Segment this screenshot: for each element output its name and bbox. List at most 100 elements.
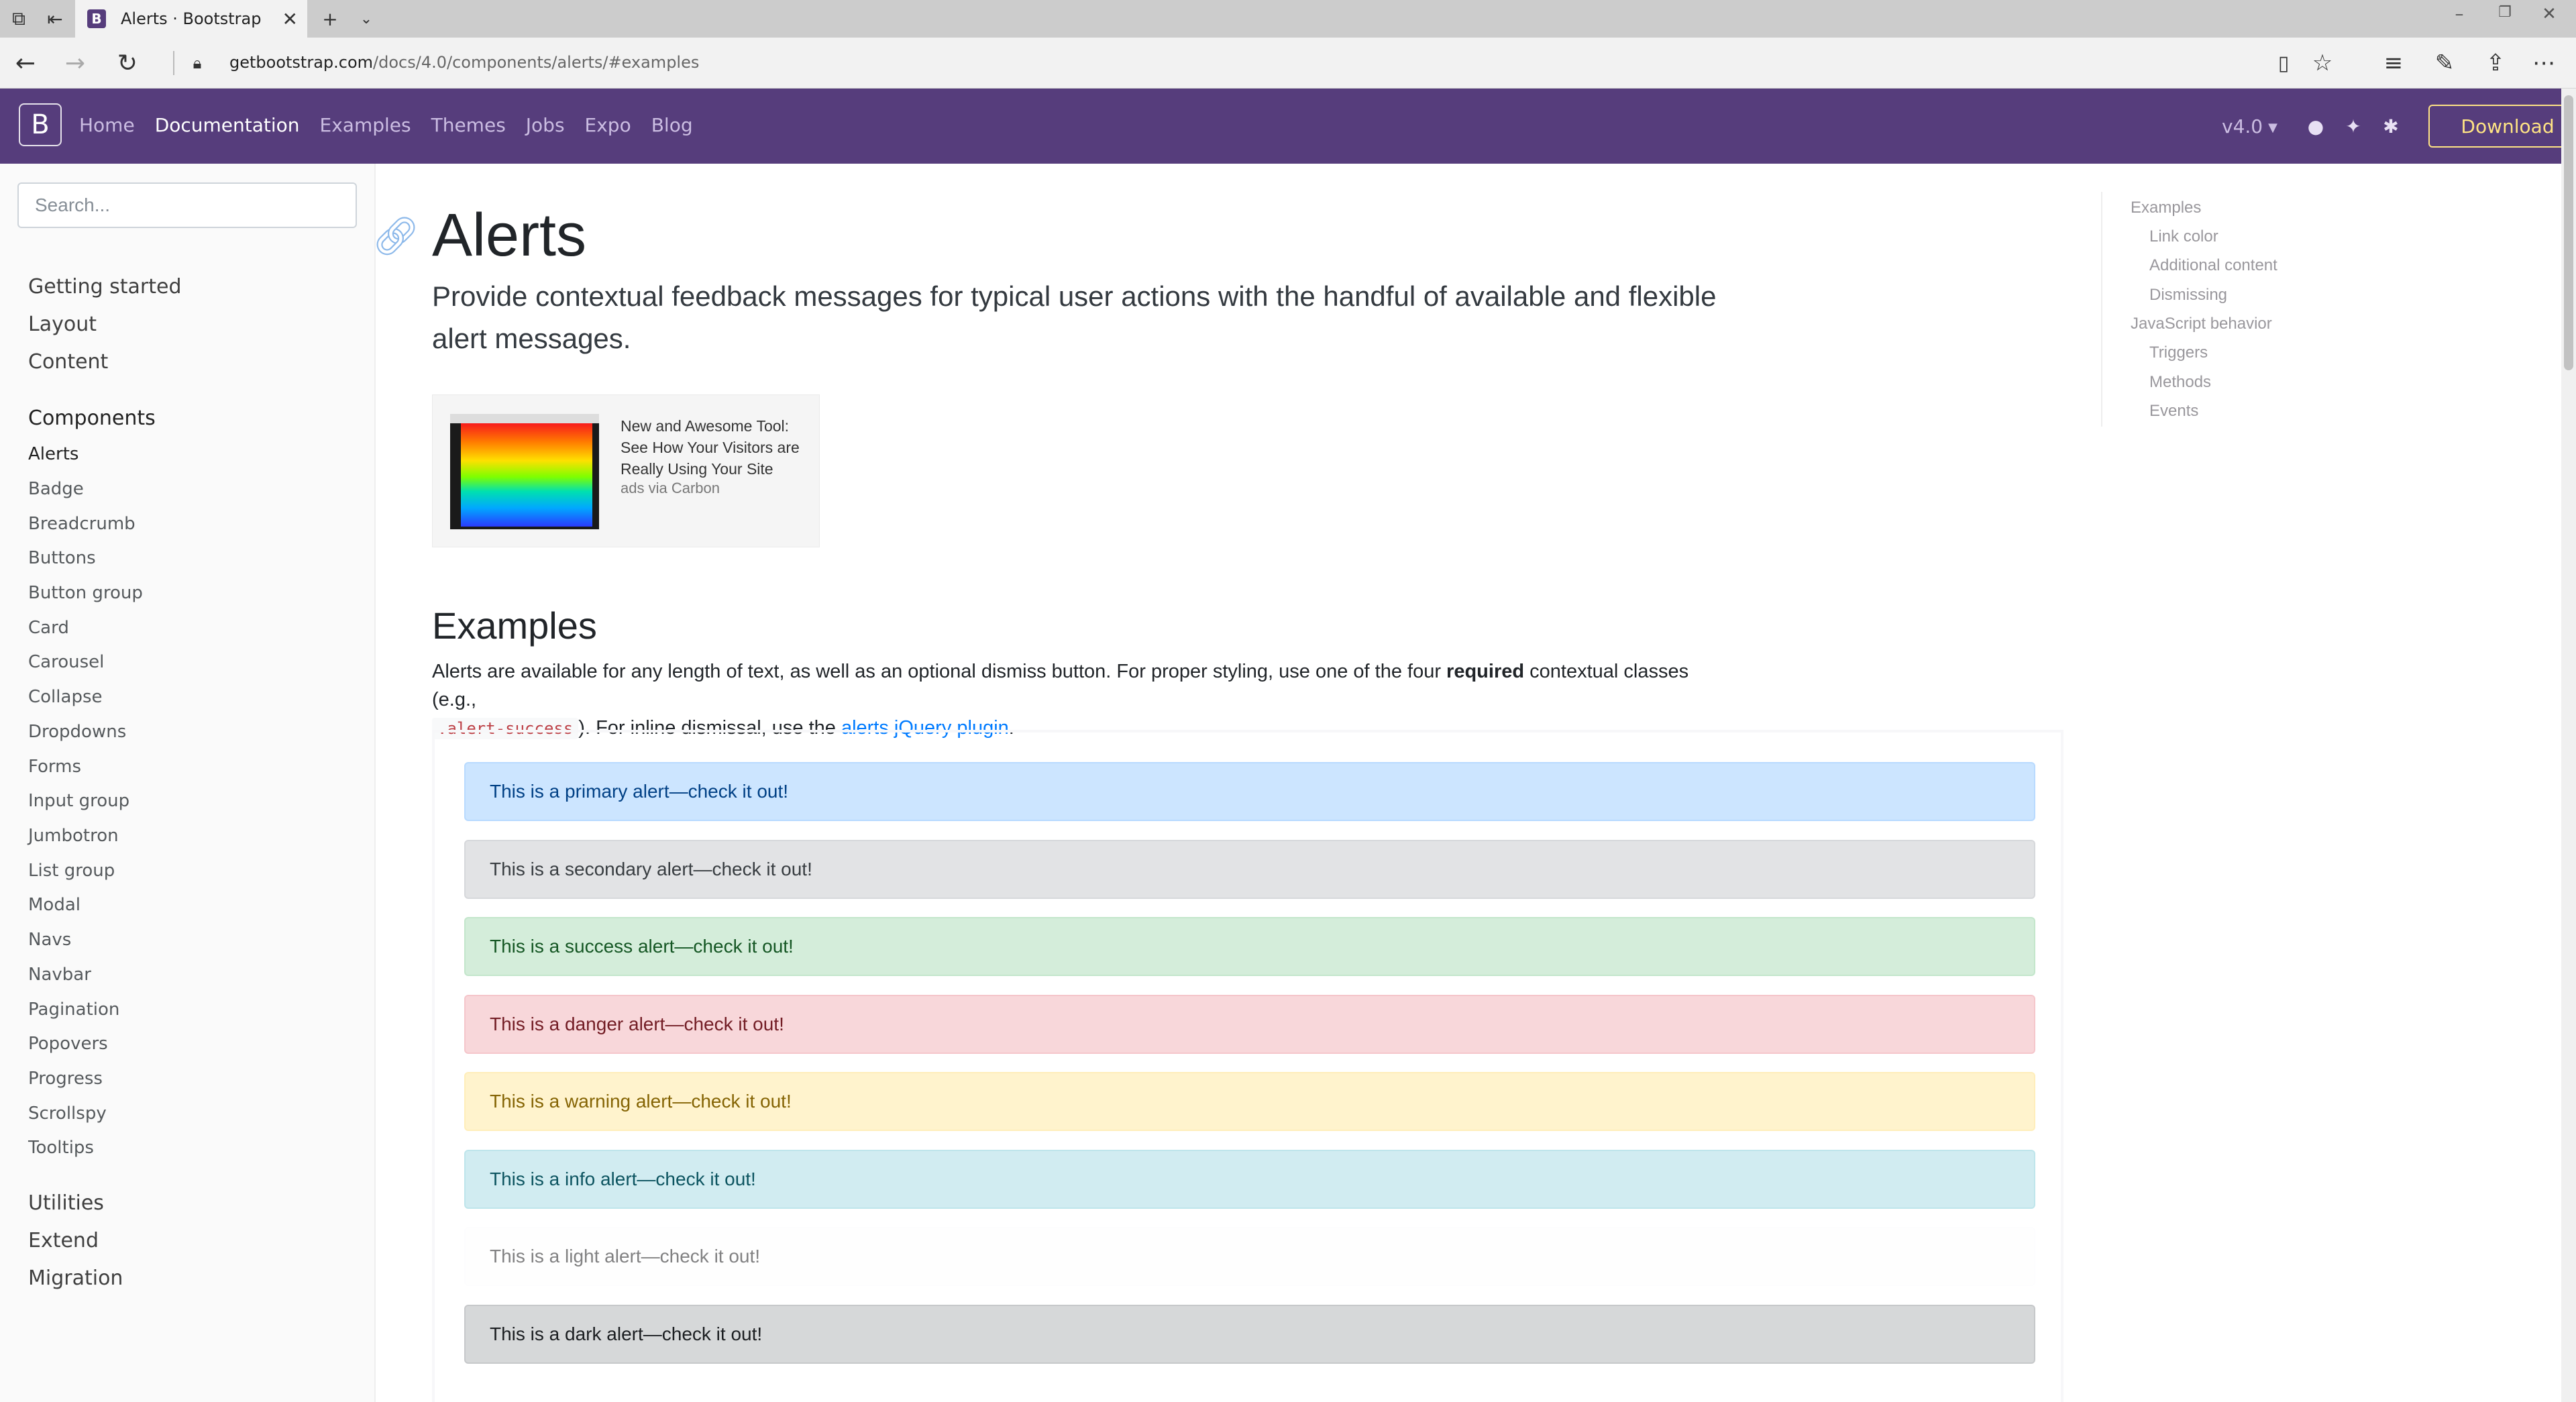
sidebar-item-card[interactable]: Card: [28, 618, 69, 638]
close-tab-icon[interactable]: ✕: [282, 8, 298, 30]
site-navbar: B Home Documentation Examples Themes Job…: [0, 89, 2576, 164]
ad-image-heatmap: [461, 423, 592, 527]
sidebar-item-content[interactable]: Content: [28, 350, 108, 374]
sidebar-item-forms[interactable]: Forms: [28, 757, 81, 777]
examples-heading: Examples: [432, 604, 597, 647]
new-tab-icon[interactable]: +: [317, 5, 343, 32]
alert-dark: This is a dark alert—check it out!: [464, 1305, 2035, 1364]
set-tabs-aside-icon[interactable]: ⇤: [42, 5, 68, 32]
twitter-icon[interactable]: ✦: [2340, 113, 2367, 140]
back-arrow-icon[interactable]: ←: [9, 47, 42, 79]
sidebar-item-collapse[interactable]: Collapse: [28, 687, 103, 707]
vertical-scrollbar[interactable]: [2561, 89, 2576, 1402]
ad-via-carbon[interactable]: ads via Carbon: [621, 480, 720, 497]
toc-triggers[interactable]: Triggers: [2149, 343, 2208, 362]
sidebar-item-buttons[interactable]: Buttons: [28, 548, 96, 568]
version-dropdown[interactable]: v4.0 ▼: [2222, 115, 2277, 138]
url-host: getbootstrap.com: [229, 53, 374, 72]
more-menu-icon[interactable]: ⋯: [2528, 48, 2560, 78]
ad-text[interactable]: New and Awesome Tool: See How Your Visit…: [621, 415, 808, 480]
sidebar-item-dropdowns[interactable]: Dropdowns: [28, 722, 126, 742]
sidebar-item-list-group[interactable]: List group: [28, 861, 115, 881]
alert-primary: This is a primary alert—check it out!: [464, 762, 2035, 821]
alert-light: This is a light alert—check it out!: [464, 1227, 2035, 1286]
sidebar-item-migration[interactable]: Migration: [28, 1266, 123, 1290]
toc-javascript-behavior[interactable]: JavaScript behavior: [2131, 315, 2272, 333]
sidebar-item-breadcrumb[interactable]: Breadcrumb: [28, 514, 136, 534]
toc-methods[interactable]: Methods: [2149, 373, 2211, 392]
browser-tab-bar: ⧉ ⇤ B Alerts · Bootstrap ✕ + ⌄ – ❐ ✕: [0, 0, 2576, 38]
intro-text-1: Alerts are available for any length of t…: [432, 661, 1447, 682]
example-box: This is a primary alert—check it out! Th…: [432, 730, 2063, 1402]
restore-icon[interactable]: ❐: [2491, 4, 2518, 21]
sidebar-item-navs[interactable]: Navs: [28, 930, 71, 950]
url-field[interactable]: getbootstrap.com/docs/4.0/components/ale…: [229, 53, 699, 72]
favorite-star-icon[interactable]: ☆: [2306, 48, 2339, 78]
sidebar-item-progress[interactable]: Progress: [28, 1069, 103, 1089]
sidebar-item-getting-started[interactable]: Getting started: [28, 275, 182, 299]
caret-down-icon: ▼: [2268, 120, 2277, 135]
slack-icon[interactable]: ✱: [2377, 113, 2404, 140]
sidebar-item-badge[interactable]: Badge: [28, 479, 84, 499]
nav-blog[interactable]: Blog: [651, 114, 693, 136]
sidebar-item-scrollspy[interactable]: Scrollspy: [28, 1103, 107, 1124]
nav-home[interactable]: Home: [79, 114, 135, 136]
toc-additional-content[interactable]: Additional content: [2149, 256, 2277, 275]
toc-dismissing[interactable]: Dismissing: [2149, 286, 2227, 305]
web-note-pen-icon[interactable]: ✎: [2428, 48, 2461, 78]
toc-events[interactable]: Events: [2149, 402, 2198, 421]
sidebar-item-tooltips[interactable]: Tooltips: [28, 1138, 94, 1158]
forward-arrow-icon[interactable]: →: [59, 47, 91, 79]
hub-icon[interactable]: ≡: [2377, 48, 2410, 78]
sidebar-item-button-group[interactable]: Button group: [28, 583, 143, 603]
alert-info: This is a info alert—check it out!: [464, 1150, 2035, 1209]
tab-preview-icon[interactable]: ⧉: [5, 5, 32, 32]
github-icon[interactable]: ●: [2302, 113, 2329, 140]
alert-success: This is a success alert—check it out!: [464, 917, 2035, 976]
sidebar-item-jumbotron[interactable]: Jumbotron: [28, 826, 119, 846]
nav-examples[interactable]: Examples: [320, 114, 411, 136]
nav-jobs[interactable]: Jobs: [526, 114, 565, 136]
alert-warning: This is a warning alert—check it out!: [464, 1072, 2035, 1131]
ad-heatmap-image[interactable]: [450, 414, 599, 529]
refresh-icon[interactable]: ↻: [111, 47, 144, 79]
lock-icon[interactable]: 🔒︎: [185, 51, 209, 75]
tab-list-chevron-icon[interactable]: ⌄: [353, 5, 380, 32]
share-icon[interactable]: ⇪: [2479, 48, 2512, 78]
page-lead: Provide contextual feedback messages for…: [432, 280, 1717, 354]
nav-themes[interactable]: Themes: [431, 114, 506, 136]
address-bar-row: ← → ↻ 🔒︎ getbootstrap.com/docs/4.0/compo…: [0, 38, 2576, 89]
window-close-icon[interactable]: ✕: [2536, 4, 2563, 24]
download-button[interactable]: Download: [2428, 105, 2576, 148]
sidebar-item-utilities[interactable]: Utilities: [28, 1191, 104, 1215]
version-label: v4.0: [2222, 115, 2263, 138]
scrollbar-thumb[interactable]: [2564, 95, 2573, 370]
sidebar-item-alerts[interactable]: Alerts: [28, 444, 78, 464]
sidebar-item-popovers[interactable]: Popovers: [28, 1034, 108, 1054]
sidebar-item-extend[interactable]: Extend: [28, 1229, 99, 1252]
tab-title: Alerts · Bootstrap: [121, 9, 262, 28]
bootstrap-favicon-icon: B: [87, 9, 106, 28]
sidebar-item-layout[interactable]: Layout: [28, 313, 97, 336]
toc-examples[interactable]: Examples: [2131, 199, 2201, 217]
ad-image-topbar: [450, 414, 599, 423]
nav-expo[interactable]: Expo: [585, 114, 631, 136]
search-input[interactable]: [17, 182, 357, 228]
toc-link-color[interactable]: Link color: [2149, 227, 2218, 246]
browser-tab[interactable]: B Alerts · Bootstrap ✕: [75, 0, 307, 38]
sidebar-item-carousel[interactable]: Carousel: [28, 652, 104, 672]
carbon-ad[interactable]: New and Awesome Tool: See How Your Visit…: [432, 394, 820, 547]
link-anchor-icon[interactable]: 🔗︎: [372, 213, 419, 259]
sidebar-item-modal[interactable]: Modal: [28, 895, 80, 915]
sidebar-item-pagination[interactable]: Pagination: [28, 1000, 119, 1020]
sidebar-item-components[interactable]: Components: [28, 407, 156, 430]
page-title: Alerts: [432, 202, 587, 269]
intro-required: required: [1446, 661, 1525, 682]
bootstrap-logo[interactable]: B: [19, 103, 62, 146]
reading-view-icon[interactable]: ▯: [2267, 48, 2300, 78]
sidebar-item-navbar[interactable]: Navbar: [28, 965, 91, 985]
sidebar-item-input-group[interactable]: Input group: [28, 791, 129, 811]
minimize-icon[interactable]: –: [2446, 4, 2473, 24]
nav-documentation[interactable]: Documentation: [155, 114, 300, 136]
url-path: /docs/4.0/components/alerts/#examples: [373, 53, 700, 72]
